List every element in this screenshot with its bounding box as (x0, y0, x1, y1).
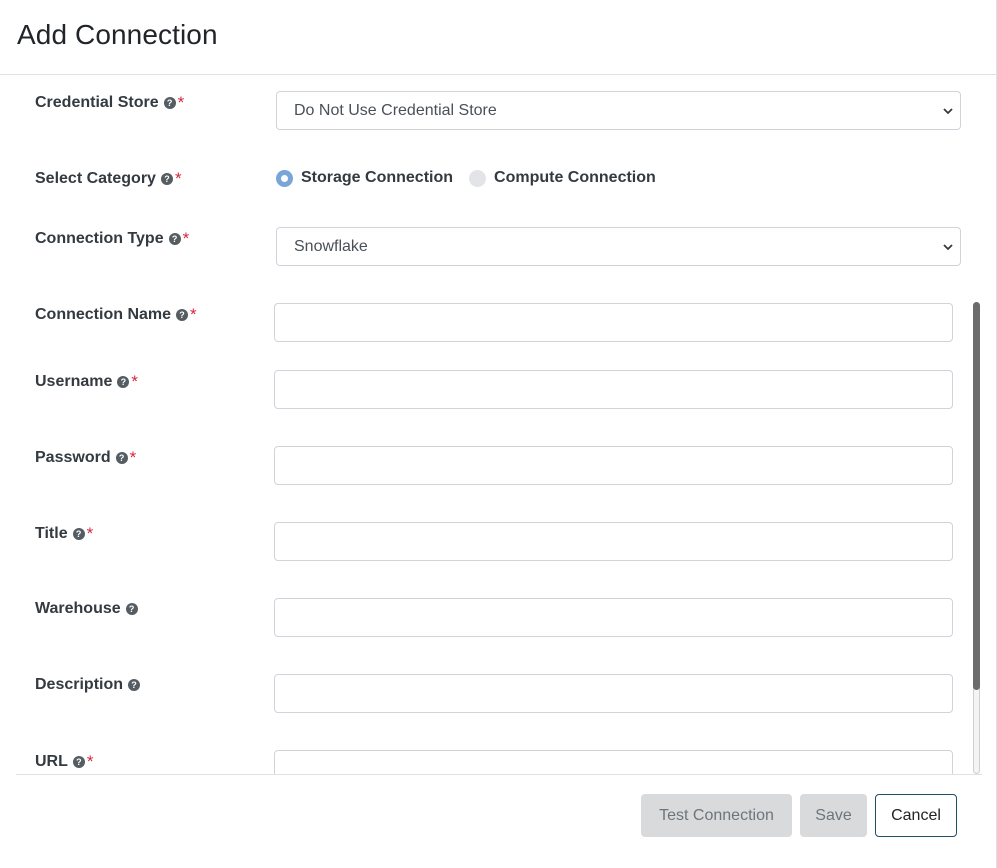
credential-store-label-text: Credential Store (35, 94, 159, 111)
vertical-scrollbar[interactable] (971, 302, 981, 774)
password-label-text: Password (35, 449, 111, 466)
question-circle-icon[interactable]: ? (72, 528, 85, 540)
credential-store-select[interactable]: Do Not Use Credential Store (276, 91, 961, 130)
chevron-down-icon (943, 108, 953, 115)
username-label: Username ? * (35, 372, 138, 392)
scrollbar-thumb[interactable] (973, 302, 980, 690)
warehouse-label-text: Warehouse (35, 600, 121, 617)
save-button[interactable]: Save (800, 794, 867, 837)
storage-connection-radio[interactable]: Storage Connection (276, 169, 453, 187)
connection-name-input[interactable] (274, 303, 953, 342)
credential-store-label: Credential Store ? * (35, 93, 184, 113)
question-circle-icon[interactable]: ? (117, 376, 130, 388)
compute-connection-radio[interactable]: Compute Connection (469, 169, 656, 187)
category-radio-group: Storage Connection Compute Connection (276, 169, 672, 187)
password-label: Password ? * (35, 448, 136, 468)
modal-footer: Test Connection Save Cancel (16, 774, 982, 868)
username-label-text: Username (35, 373, 113, 390)
add-connection-modal: Add Connection Credential Store ? * Do N… (0, 0, 997, 868)
modal-title: Add Connection (17, 19, 218, 50)
warehouse-label: Warehouse ? (35, 600, 138, 618)
title-label-text: Title (35, 525, 68, 542)
connection-name-label: Connection Name ? * (35, 305, 197, 325)
required-asterisk: * (131, 372, 138, 391)
required-asterisk: * (182, 229, 190, 248)
url-label: URL ? * (35, 752, 94, 772)
required-asterisk: * (190, 305, 197, 324)
select-category-label: Select Category ? * (35, 169, 182, 189)
chevron-down-icon (943, 244, 953, 251)
question-circle-icon[interactable]: ? (115, 452, 128, 464)
required-asterisk: * (177, 93, 185, 112)
compute-connection-label[interactable]: Compute Connection (494, 169, 656, 187)
url-input[interactable] (274, 750, 953, 774)
required-asterisk: * (174, 169, 182, 188)
description-label: Description ? (35, 676, 141, 694)
url-label-text: URL (35, 753, 68, 770)
required-asterisk: * (86, 524, 94, 543)
password-input[interactable] (274, 446, 953, 485)
storage-connection-label[interactable]: Storage Connection (301, 169, 453, 187)
warehouse-input[interactable] (274, 598, 953, 637)
connection-type-select[interactable]: Snowflake (276, 227, 961, 266)
radio-unchecked-icon[interactable] (469, 169, 487, 187)
title-input[interactable] (274, 522, 953, 561)
connection-type-value: Snowflake (294, 238, 368, 255)
modal-header: Add Connection (0, 0, 996, 75)
cancel-button[interactable]: Cancel (875, 794, 957, 837)
required-asterisk: * (129, 448, 137, 467)
connection-fields-scroll-area[interactable]: Connection Name ? * Username ? * Passwor… (16, 280, 982, 774)
required-asterisk: * (86, 752, 94, 771)
question-circle-icon[interactable]: ? (128, 679, 141, 691)
question-circle-icon[interactable]: ? (168, 233, 181, 245)
username-input[interactable] (274, 370, 953, 409)
credential-store-value: Do Not Use Credential Store (294, 102, 497, 119)
connection-type-label-text: Connection Type (35, 230, 164, 247)
question-circle-icon[interactable]: ? (160, 173, 173, 185)
connection-name-label-text: Connection Name (35, 306, 172, 323)
test-connection-button[interactable]: Test Connection (641, 794, 792, 837)
connection-type-label: Connection Type ? * (35, 229, 189, 249)
question-circle-icon[interactable]: ? (176, 309, 189, 321)
question-circle-icon[interactable]: ? (163, 97, 176, 109)
description-input[interactable] (274, 674, 953, 713)
description-label-text: Description (35, 676, 124, 693)
select-category-label-text: Select Category (35, 170, 156, 187)
question-circle-icon[interactable]: ? (125, 603, 138, 615)
title-label: Title ? * (35, 524, 93, 544)
question-circle-icon[interactable]: ? (72, 756, 85, 768)
radio-checked-icon[interactable] (276, 169, 293, 187)
